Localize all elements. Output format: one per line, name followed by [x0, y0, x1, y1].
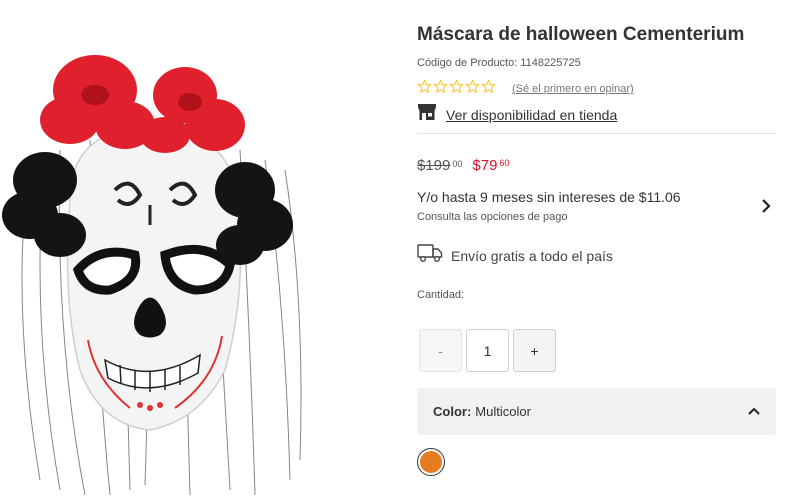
product-sku: Código de Producto: 1148225725	[417, 57, 581, 69]
quantity-decrease-button[interactable]: -	[419, 329, 462, 372]
color-swatch[interactable]	[417, 448, 445, 476]
first-review-link[interactable]: (Sé el primero en opinar)	[512, 83, 634, 95]
rating-stars	[417, 79, 496, 99]
quantity-increase-button[interactable]: +	[513, 329, 556, 372]
price-block: $199 00 $79 60	[417, 157, 509, 174]
star-outline-icon	[417, 79, 432, 99]
quantity-stepper: - +	[419, 329, 556, 372]
quantity-label: Cantidad:	[417, 289, 465, 301]
star-outline-icon	[449, 79, 464, 99]
old-price-cents: 00	[452, 159, 463, 169]
color-value: Multicolor	[475, 404, 531, 419]
payment-options-text: Consulta las opciones de pago	[417, 211, 568, 223]
sale-price: $79	[472, 157, 498, 174]
store-availability[interactable]: Ver disponibilidad en tienda	[417, 103, 617, 126]
free-shipping-text: Envío gratis a todo el país	[451, 247, 613, 264]
store-availability-link[interactable]: Ver disponibilidad en tienda	[446, 107, 617, 123]
store-icon	[417, 103, 437, 126]
star-outline-icon	[433, 79, 448, 99]
truck-icon	[417, 243, 443, 268]
old-price: $199	[417, 157, 451, 174]
color-swatch-fill	[420, 451, 442, 473]
installments-row[interactable]: Y/o hasta 9 meses sin intereses de $11.0…	[417, 189, 777, 229]
star-outline-icon	[481, 79, 496, 99]
rating-row: (Sé el primero en opinar)	[417, 79, 634, 99]
quantity-input[interactable]	[466, 329, 509, 372]
product-image	[0, 40, 330, 497]
divider	[417, 133, 776, 134]
chevron-right-icon[interactable]	[759, 198, 773, 214]
chevron-up-icon[interactable]	[747, 404, 761, 418]
installments-text: Y/o hasta 9 meses sin intereses de $11.0…	[417, 189, 681, 205]
sale-price-cents: 60	[499, 158, 510, 168]
free-shipping-row: Envío gratis a todo el país	[417, 243, 613, 268]
color-label: Color:	[433, 404, 472, 419]
product-title: Máscara de halloween Cementerium	[417, 24, 745, 45]
star-outline-icon	[465, 79, 480, 99]
color-selector-header[interactable]: Color: Multicolor	[417, 388, 776, 435]
